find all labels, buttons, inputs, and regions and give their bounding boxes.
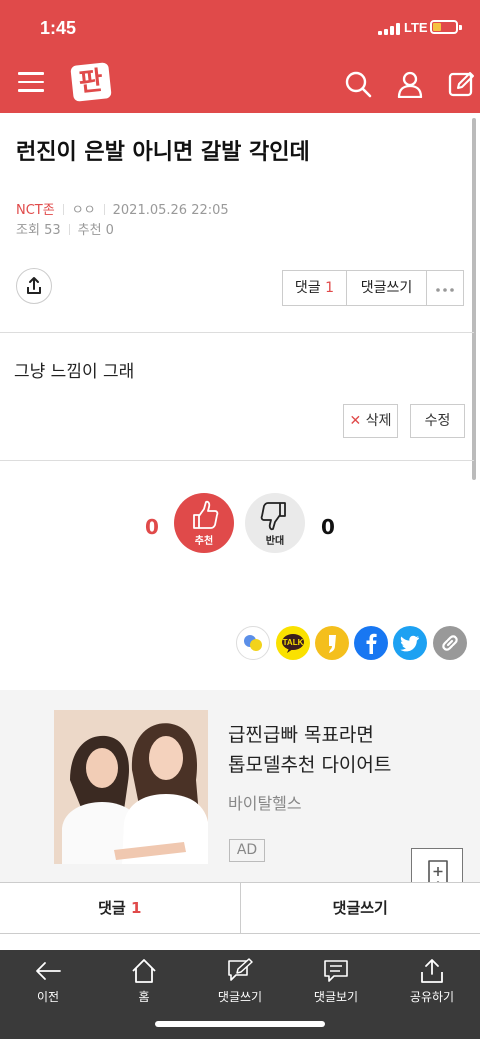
post-date: 2021.05.26 22:05 — [112, 203, 229, 218]
user-icon[interactable] — [396, 70, 424, 99]
comments-tab[interactable]: 댓글 1 — [0, 883, 241, 933]
signal-icon — [378, 23, 400, 35]
home-icon — [132, 959, 156, 983]
status-time: 1:45 — [40, 18, 77, 38]
link-icon[interactable] — [433, 626, 467, 660]
thumbs-down-icon — [260, 502, 286, 531]
upvote-count: 0 — [145, 515, 159, 539]
thumbs-up-icon — [193, 500, 219, 529]
nav-back[interactable]: 이전 — [0, 950, 96, 1020]
write-comment-icon — [228, 958, 253, 981]
write-post-icon[interactable] — [448, 70, 476, 98]
post-action-group: 댓글 1 댓글쓰기 — [282, 270, 464, 306]
post-stats: 조회 53 추천 0 — [16, 219, 114, 238]
network-label: LTE — [404, 20, 428, 35]
post-body: 그냥 느낌이 그래 — [14, 362, 135, 382]
kakaostory-icon[interactable] — [315, 626, 349, 660]
views-label: 조회 — [16, 223, 40, 238]
ad-advertiser: 바이탈헬스 — [228, 794, 302, 813]
recommend-count: 0 — [105, 223, 114, 238]
downvote-button[interactable]: 반대 — [245, 493, 305, 553]
edit-button[interactable]: 수정 — [410, 404, 465, 438]
divider — [0, 460, 474, 461]
app-header: 1:45 LTE 판 — [0, 0, 480, 113]
nav-view-comments[interactable]: 댓글보기 — [288, 950, 384, 1020]
twitter-icon[interactable] — [393, 626, 427, 660]
post-category[interactable]: NCT존 — [16, 203, 55, 218]
kakaotalk-icon[interactable]: TALK — [276, 626, 310, 660]
delete-button[interactable]: ✕ 삭제 — [343, 404, 398, 438]
search-icon[interactable] — [344, 70, 372, 98]
share-icon — [421, 959, 443, 983]
comment-bar: 댓글 1 댓글쓰기 — [0, 882, 480, 934]
post-title: 런진이 은발 아니면 갈발 각인데 — [16, 140, 310, 165]
ad-badge: AD — [229, 839, 265, 862]
comments-button[interactable]: 댓글 1 — [283, 271, 347, 305]
share-button[interactable] — [16, 268, 52, 304]
menu-button[interactable] — [18, 72, 46, 94]
nav-write-comment[interactable]: 댓글쓰기 — [192, 950, 288, 1020]
downvote-count: 0 — [321, 515, 335, 539]
write-comment-tab[interactable]: 댓글쓰기 — [241, 883, 480, 933]
ad-image[interactable] — [54, 710, 208, 864]
scrollbar[interactable] — [472, 118, 476, 480]
battery-icon — [430, 20, 462, 34]
more-options-button[interactable] — [427, 271, 463, 305]
facebook-icon[interactable] — [354, 626, 388, 660]
post-meta: NCT존 ㅇㅇ 2021.05.26 22:05 — [16, 199, 229, 218]
nav-home[interactable]: 홈 — [96, 950, 192, 1020]
divider — [0, 332, 474, 333]
views-count: 53 — [44, 223, 61, 238]
upvote-button[interactable]: 추천 — [174, 493, 234, 553]
view-comments-icon — [324, 960, 348, 982]
recommend-label: 추천 — [77, 223, 102, 238]
post-author: ㅇㅇ — [71, 203, 96, 218]
back-arrow-icon — [36, 962, 61, 980]
share-icon-multi[interactable] — [236, 626, 270, 660]
ad-title[interactable]: 급찐급빠 목표라면 톱모델추천 다이어트 — [228, 720, 391, 780]
nav-share[interactable]: 공유하기 — [384, 950, 480, 1020]
write-comment-button[interactable]: 댓글쓰기 — [347, 271, 427, 305]
pann-logo[interactable]: 판 — [70, 62, 112, 102]
home-indicator[interactable] — [155, 1021, 325, 1027]
close-icon: ✕ — [349, 413, 362, 429]
